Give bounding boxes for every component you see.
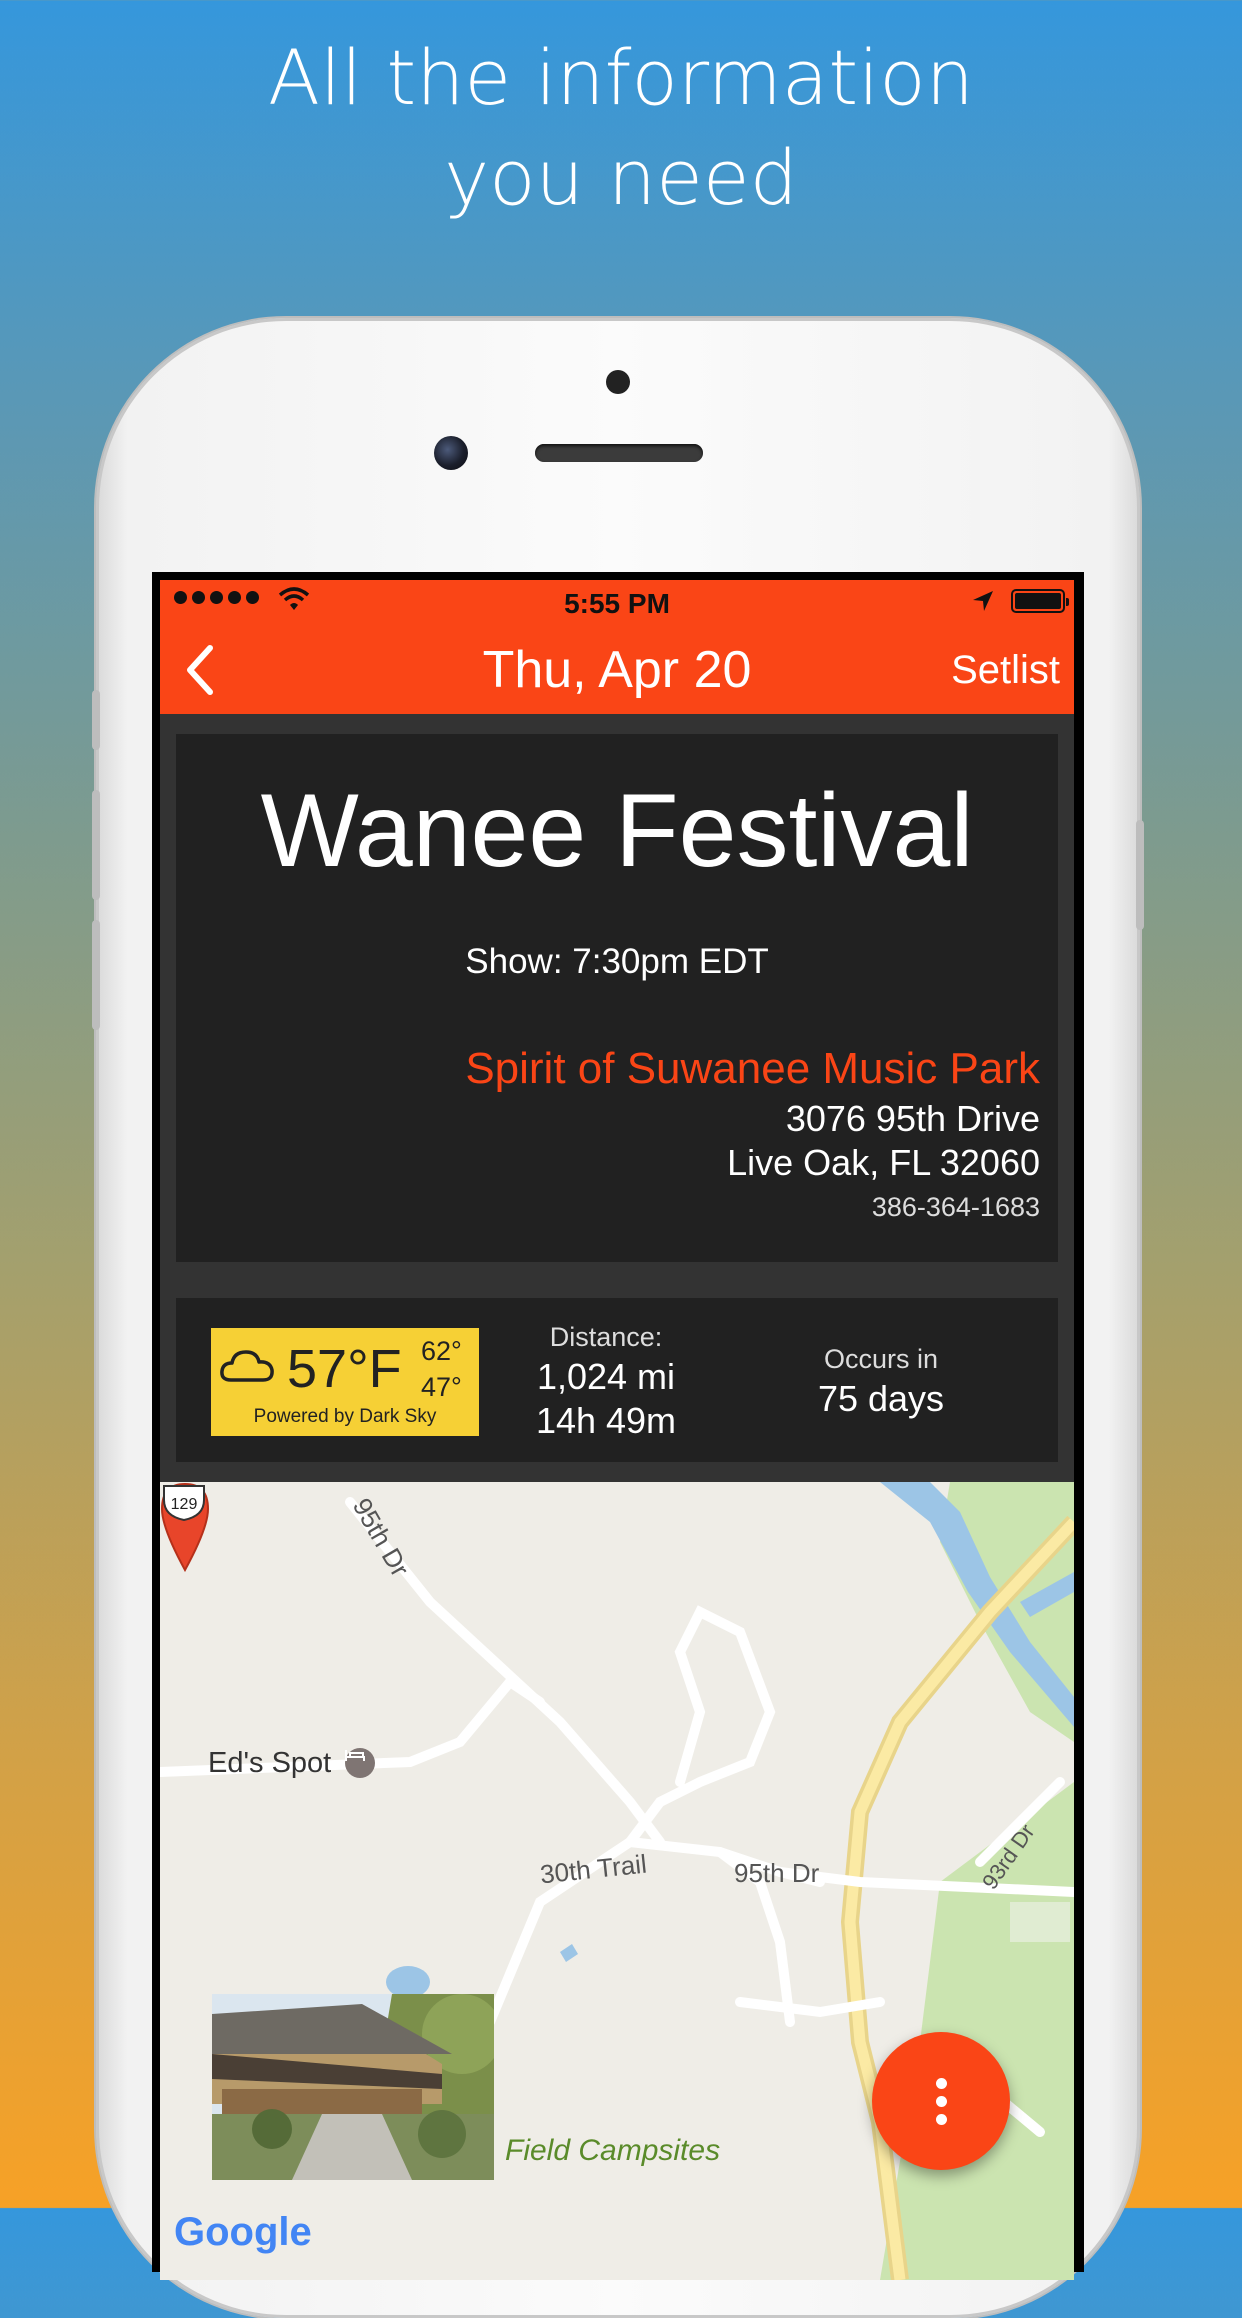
- current-temp: 57°F: [287, 1339, 402, 1399]
- fab-dot-2: [935, 2095, 947, 2107]
- high-temp: 62°: [421, 1336, 462, 1366]
- status-time: 5:55 PM: [564, 588, 670, 619]
- power-button: [1136, 820, 1144, 930]
- headline-line-1: All the information: [268, 33, 974, 122]
- headline: All the information you need: [0, 28, 1242, 228]
- event-name: Wanee Festival: [260, 773, 974, 889]
- low-temp: 47°: [421, 1372, 462, 1402]
- powered-by-dark-sky: Powered by Dark Sky: [253, 1406, 437, 1427]
- address-line-2[interactable]: Live Oak, FL 32060: [727, 1142, 1040, 1184]
- occurs-in-value: 75 days: [817, 1378, 945, 1419]
- nav-bar: Thu, Apr 20 Setlist: [160, 622, 1074, 714]
- cloud-icon: [220, 1350, 274, 1382]
- app-screen: 5:55 PM Thu, Apr 20 Setlist Wanee Festiv…: [160, 580, 1074, 2280]
- map-label-field-campsites[interactable]: Field Campsites: [505, 2134, 720, 2168]
- info-card: 57°F 62° 47° Powered by Dark Sky Distanc…: [176, 1298, 1058, 1462]
- drive-time: 14h 49m: [535, 1400, 677, 1441]
- status-bar: 5:55 PM: [160, 580, 1074, 622]
- address-line-1[interactable]: 3076 95th Drive: [786, 1098, 1040, 1140]
- mute-switch: [92, 690, 100, 750]
- fab-dot-3: [935, 2113, 947, 2125]
- earpiece-speaker: [535, 444, 703, 462]
- hotel-icon[interactable]: [345, 1748, 375, 1778]
- fab-dot-1: [935, 2077, 947, 2089]
- more-actions-button[interactable]: [872, 2032, 1010, 2170]
- volume-down-button: [92, 920, 100, 1030]
- venue-phone-link[interactable]: 386-364-1683: [872, 1192, 1040, 1223]
- proximity-sensor: [606, 370, 630, 394]
- show-time: Show: 7:30pm EDT: [465, 942, 769, 981]
- map-view[interactable]: 95th Dr Ed's Spot 30th Trail 95th Dr 93r…: [160, 1482, 1074, 2280]
- venue-link[interactable]: Spirit of Suwanee Music Park: [465, 1044, 1040, 1094]
- map-label-95th-dr: 95th Dr: [734, 1858, 820, 1888]
- weather-widget[interactable]: 57°F 62° 47° Powered by Dark Sky: [211, 1328, 479, 1436]
- map-label-eds-spot[interactable]: Ed's Spot: [208, 1747, 331, 1780]
- google-logo: Google: [174, 2210, 312, 2254]
- occurs-in-label: Occurs in: [823, 1344, 939, 1374]
- volume-up-button: [92, 790, 100, 900]
- nav-title: Thu, Apr 20: [482, 641, 752, 699]
- front-camera: [434, 436, 468, 470]
- headline-line-2: you need: [444, 133, 798, 222]
- venue-photo[interactable]: [212, 1994, 494, 2180]
- highway-shield-icon: 129: [163, 1485, 205, 1522]
- event-card: Wanee Festival Show: 7:30pm EDT Spirit o…: [176, 734, 1058, 1262]
- distance-miles: 1,024 mi: [536, 1356, 676, 1397]
- venue-photo-image: [212, 1994, 494, 2180]
- location-arrow-icon: [973, 591, 993, 611]
- setlist-button[interactable]: Setlist: [951, 648, 1060, 693]
- highway-number: 129: [171, 1496, 198, 1513]
- distance-label: Distance:: [549, 1322, 663, 1352]
- battery-icon: [1011, 589, 1069, 613]
